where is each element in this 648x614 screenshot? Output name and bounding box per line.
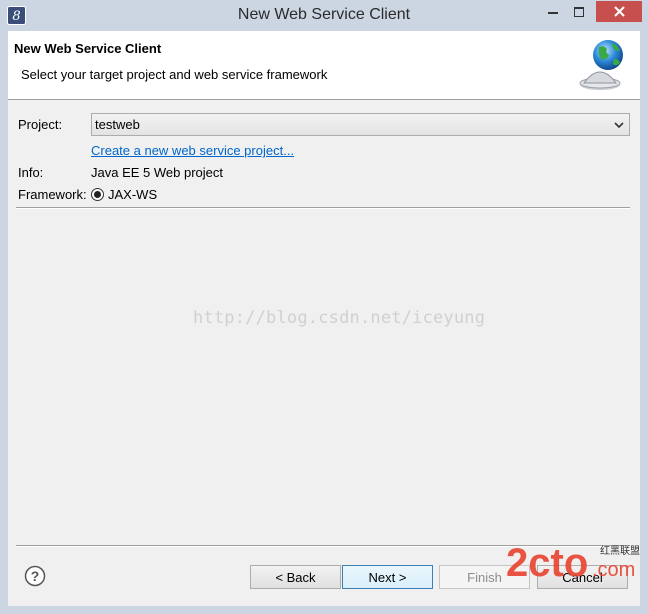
logo-caption-text: 红黑联盟 [600,544,640,557]
minimize-icon [548,11,558,14]
svg-text:?: ? [31,568,40,584]
logo-suffix-text: .com [592,559,635,580]
dialog-client-area: New Web Service Client Select your targe… [8,31,640,606]
chevron-down-icon [614,122,624,129]
dialog-window: 8 New Web Service Client New Web Service… [0,0,648,614]
close-button[interactable] [596,1,642,22]
help-icon[interactable]: ? [24,565,46,587]
back-button[interactable]: < Back [250,565,341,589]
site-logo: 2cto .com 红黑联盟 [506,541,640,580]
next-button[interactable]: Next > [342,565,433,589]
info-label: Info: [18,165,44,180]
logo-main-text: 2cto [506,541,588,580]
create-web-service-project-link[interactable]: Create a new web service project... [91,143,294,158]
close-icon [613,6,625,17]
globe-server-icon [579,40,623,90]
jax-ws-radio[interactable] [91,188,104,201]
project-select-value: testweb [95,117,140,132]
minimize-button[interactable] [540,1,566,22]
title-bar[interactable]: 8 New Web Service Client [0,0,648,31]
watermark-text: http://blog.csdn.net/iceyung [193,308,486,328]
wizard-banner: New Web Service Client Select your targe… [8,31,640,100]
separator-top [16,207,630,209]
banner-title: New Web Service Client [14,41,162,56]
info-value: Java EE 5 Web project [91,165,223,180]
maximize-icon [574,6,584,17]
banner-description: Select your target project and web servi… [21,67,328,82]
framework-label: Framework: [18,187,87,202]
project-label: Project: [18,117,63,132]
jax-ws-radio-label[interactable]: JAX-WS [108,187,157,202]
project-select[interactable]: testweb [91,113,630,136]
maximize-button[interactable] [566,1,592,22]
